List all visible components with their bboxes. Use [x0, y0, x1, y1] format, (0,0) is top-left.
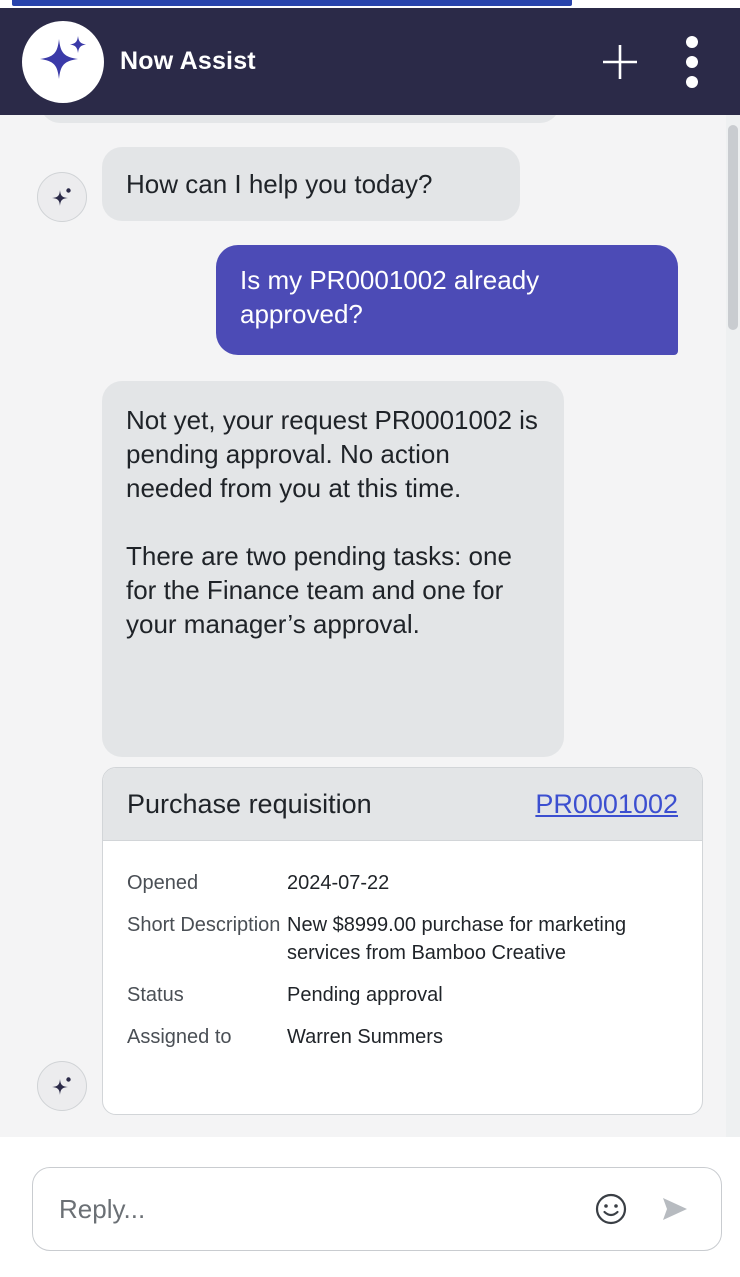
send-button[interactable]	[653, 1187, 697, 1231]
new-chat-button[interactable]	[594, 31, 646, 93]
reply-input[interactable]	[57, 1192, 589, 1226]
bot-reply-paragraph: There are two pending tasks: one for the…	[126, 541, 512, 639]
detail-value: Warren Summers	[287, 1026, 443, 1048]
previous-message-remnant	[40, 115, 560, 123]
now-assist-window: Now Assist How can I help you today? Is …	[0, 0, 740, 1277]
card-details: Opened 2024-07-22 Short Description New …	[103, 841, 702, 1051]
now-assist-logo	[22, 20, 104, 103]
user-message: Is my PR0001002 already approved?	[216, 245, 678, 355]
requisition-link[interactable]: PR0001002	[535, 789, 678, 820]
cropped-top-strip	[0, 0, 740, 8]
card-header: Purchase requisition PR0001002	[103, 768, 702, 841]
scrollbar-thumb[interactable]	[728, 125, 738, 330]
composer-area	[0, 1137, 740, 1277]
detail-row-opened: Opened 2024-07-22	[127, 869, 702, 897]
detail-label: Short Description	[127, 914, 281, 936]
sparkle-star-icon	[40, 35, 86, 79]
detail-value: New $8999.00 purchase for marketing serv…	[287, 914, 627, 964]
bot-message-reply: Not yet, your request PR0001002 is pendi…	[102, 381, 564, 757]
chat-header: Now Assist	[0, 8, 740, 115]
emoji-button[interactable]	[589, 1187, 633, 1231]
detail-value: Pending approval	[287, 984, 443, 1006]
detail-row-short-description: Short Description New $8999.00 purchase …	[127, 911, 702, 967]
chat-scrollbar[interactable]	[726, 115, 740, 1137]
purchase-requisition-card: Purchase requisition PR0001002 Opened 20…	[102, 767, 703, 1115]
chat-transcript[interactable]: How can I help you today? Is my PR000100…	[0, 115, 740, 1137]
detail-label: Status	[127, 984, 184, 1006]
bot-reply-paragraph: Not yet, your request PR0001002 is pendi…	[126, 405, 538, 503]
more-options-button[interactable]	[666, 31, 718, 93]
smiley-icon	[595, 1193, 627, 1225]
assistant-avatar	[37, 172, 87, 222]
sparkle-icon	[52, 1077, 71, 1095]
plus-icon	[603, 44, 637, 79]
sparkle-icon	[52, 188, 71, 206]
reply-box[interactable]	[32, 1167, 722, 1251]
detail-label: Opened	[127, 872, 199, 894]
assistant-avatar	[37, 1061, 87, 1111]
kebab-menu-icon	[686, 35, 698, 88]
send-icon	[663, 1198, 687, 1220]
header-title: Now Assist	[120, 47, 256, 75]
card-title: Purchase requisition	[127, 788, 372, 819]
bot-message-greeting: How can I help you today?	[102, 147, 520, 221]
detail-row-assigned-to: Assigned to Warren Summers	[127, 1023, 702, 1051]
detail-row-status: Status Pending approval	[127, 981, 702, 1009]
detail-label: Assigned to	[127, 1026, 232, 1048]
detail-value: 2024-07-22	[287, 872, 390, 894]
